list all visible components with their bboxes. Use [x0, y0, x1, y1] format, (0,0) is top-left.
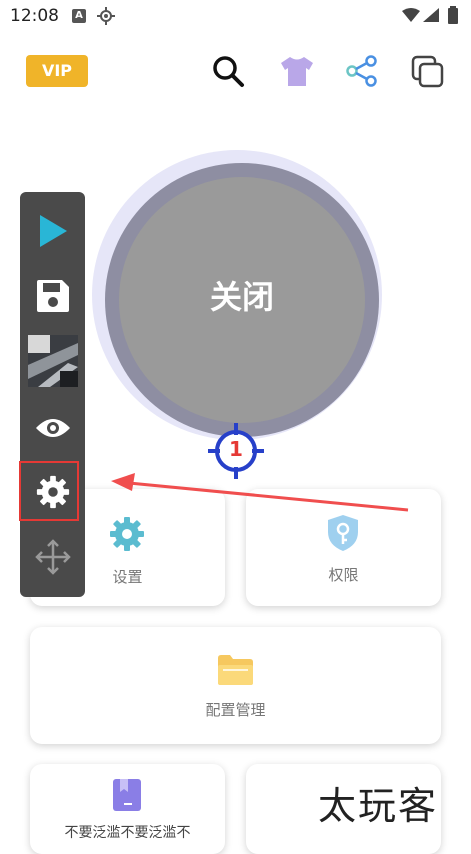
target-number: 1 — [229, 437, 243, 461]
save-button[interactable] — [20, 270, 85, 322]
battery-icon — [448, 6, 458, 24]
wifi-icon — [402, 8, 420, 22]
settings-highlight-box — [19, 461, 79, 521]
cell-signal-icon — [423, 8, 439, 22]
bookmark-book-icon — [113, 779, 141, 811]
play-icon — [39, 215, 67, 247]
config-management-label: 配置管理 — [205, 701, 266, 719]
notification-badge-icon: A — [72, 9, 86, 23]
config-management-card[interactable]: 配置管理 — [30, 627, 441, 744]
floating-toolbar — [20, 192, 85, 597]
eye-icon — [35, 419, 70, 437]
gear-icon — [110, 517, 144, 551]
save-icon — [36, 280, 69, 312]
play-button[interactable] — [20, 205, 85, 257]
screenshot-thumbnail — [27, 335, 78, 387]
preview-button[interactable] — [20, 402, 85, 454]
toggle-label: 关闭 — [209, 278, 274, 316]
bottom-left-label: 不要泛滥不要泛滥不 — [64, 825, 191, 841]
share-icon[interactable] — [344, 53, 380, 89]
move-handle[interactable] — [20, 531, 85, 583]
status-time: 12:08 — [10, 6, 59, 26]
vip-button[interactable]: VIP — [26, 55, 88, 87]
tshirt-icon[interactable] — [279, 53, 315, 89]
watermark-logo: 太玩客 — [318, 784, 439, 828]
copy-icon[interactable] — [410, 53, 446, 89]
annotation-arrow — [111, 473, 409, 512]
thumbnail-button[interactable] — [20, 335, 85, 387]
search-icon[interactable] — [210, 53, 246, 89]
location-icon — [97, 7, 115, 25]
folder-icon — [218, 655, 253, 685]
bottom-left-card[interactable]: 不要泛滥不要泛滥不 — [30, 764, 225, 854]
shield-key-icon — [328, 515, 358, 551]
move-icon — [34, 539, 71, 575]
permission-label: 权限 — [328, 566, 359, 584]
